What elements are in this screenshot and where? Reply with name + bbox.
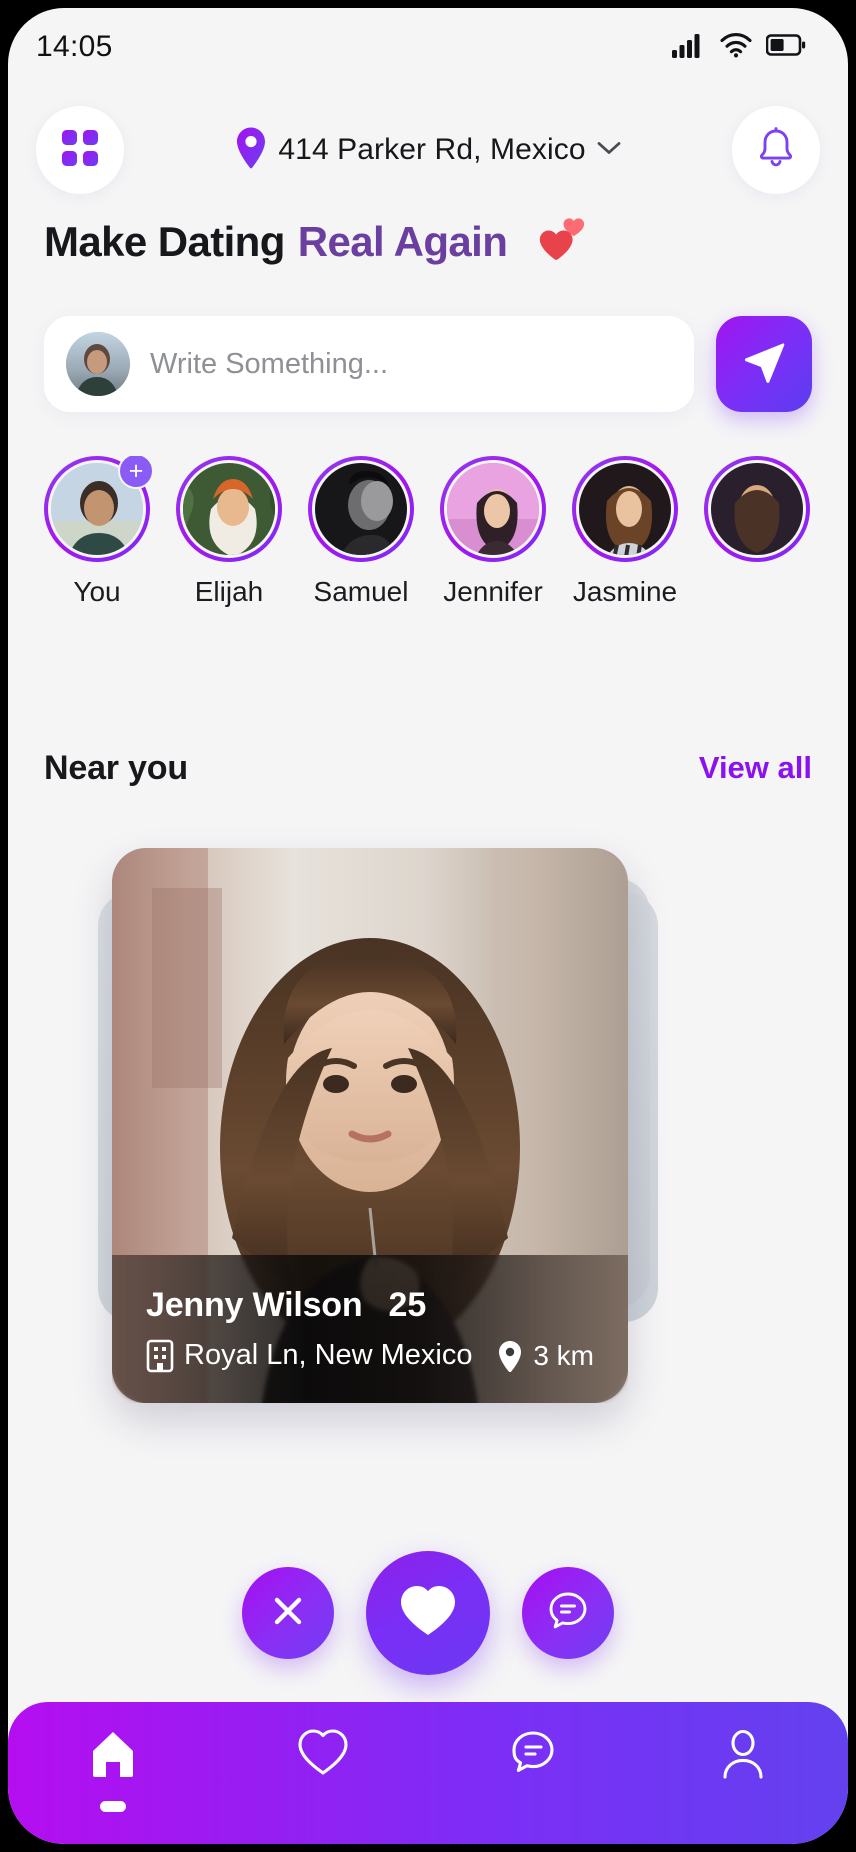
home-icon <box>87 1728 139 1785</box>
status-time: 14:05 <box>36 30 113 63</box>
profile-card[interactable]: Jenny Wilson 25 Royal Ln, New Mexico 3 k… <box>112 848 628 1403</box>
page-title-part2: Real Again <box>297 218 508 265</box>
profile-name-row: Jenny Wilson 25 <box>146 1286 594 1325</box>
status-icons <box>672 32 806 63</box>
avatar <box>444 460 542 558</box>
story-name: Samuel <box>313 576 409 607</box>
two-hearts-icon <box>533 216 591 268</box>
story-item[interactable]: + You <box>44 456 154 626</box>
send-button[interactable] <box>716 316 812 412</box>
profile-person-icon <box>718 1728 768 1785</box>
story-ring[interactable] <box>308 456 414 562</box>
chat-outline-icon <box>507 1728 559 1785</box>
profile-meta-row: Royal Ln, New Mexico 3 km <box>146 1339 594 1373</box>
avatar <box>66 332 130 396</box>
compose-input[interactable] <box>150 347 672 381</box>
nav-home[interactable] <box>8 1728 218 1812</box>
profile-card-overlay: Jenny Wilson 25 Royal Ln, New Mexico 3 k… <box>112 1255 628 1403</box>
notifications-button[interactable] <box>732 106 820 194</box>
stories-row[interactable]: + You Elijah Samuel Jennifer Jasmine <box>8 456 848 626</box>
profile-name: Jenny Wilson <box>146 1285 363 1324</box>
profile-distance: 3 km <box>533 1339 594 1371</box>
avatar <box>180 460 278 558</box>
story-name: You <box>73 576 121 607</box>
nav-likes[interactable] <box>218 1728 428 1810</box>
location-selector[interactable]: 414 Parker Rd, Mexico <box>124 126 732 175</box>
story-item[interactable]: Elijah <box>176 456 282 626</box>
section-title: Near you <box>44 748 188 787</box>
story-item[interactable]: Jennifer <box>440 456 546 626</box>
chevron-down-icon <box>596 139 622 162</box>
avatar <box>576 460 674 558</box>
story-ring[interactable] <box>176 456 282 562</box>
bottom-navigation <box>8 1702 848 1844</box>
add-story-badge[interactable]: + <box>118 456 154 489</box>
story-ring[interactable] <box>440 456 546 562</box>
heart-outline-icon <box>297 1728 349 1783</box>
wifi-icon <box>720 32 752 63</box>
bell-notification-icon <box>756 126 796 174</box>
nav-active-indicator <box>100 1801 126 1812</box>
page-title-part1: Make Dating <box>44 218 285 265</box>
building-icon <box>146 1339 174 1373</box>
story-item[interactable]: Jasmine <box>572 456 678 626</box>
compose-row <box>44 316 812 412</box>
like-button[interactable] <box>366 1551 490 1675</box>
compose-card <box>44 316 694 412</box>
profile-age: 25 <box>388 1285 427 1324</box>
profile-card-stack: Jenny Wilson 25 Royal Ln, New Mexico 3 k… <box>8 848 848 1403</box>
cellular-signal-icon <box>672 32 706 63</box>
status-bar: 14:05 <box>8 8 848 86</box>
story-ring[interactable] <box>704 456 810 562</box>
page-title: Make Dating Real Again <box>44 216 812 268</box>
story-ring[interactable] <box>572 456 678 562</box>
story-ring[interactable]: + <box>44 456 154 562</box>
view-all-link[interactable]: View all <box>699 750 812 786</box>
card-actions <box>8 1548 848 1678</box>
chat-bubble-icon <box>547 1590 589 1637</box>
close-x-icon <box>269 1592 307 1635</box>
location-pin-icon <box>234 126 268 175</box>
location-pin-icon <box>497 1340 523 1372</box>
send-paper-plane-icon <box>740 338 788 391</box>
story-name: Elijah <box>194 576 264 607</box>
nav-chat[interactable] <box>428 1728 638 1812</box>
profile-distance-group: 3 km <box>497 1340 594 1372</box>
story-item[interactable]: Samuel <box>308 456 414 626</box>
app-screen: 14:05 414 Parker Rd, Mexico Make Dating … <box>8 8 848 1844</box>
message-button[interactable] <box>522 1567 614 1659</box>
profile-address: Royal Ln, New Mexico <box>184 1339 473 1371</box>
grid-menu-button[interactable] <box>36 106 124 194</box>
story-name: Jasmine <box>572 576 678 607</box>
story-item[interactable] <box>704 456 810 626</box>
battery-icon <box>765 33 806 62</box>
dismiss-button[interactable] <box>242 1567 334 1659</box>
story-name: Jennifer <box>443 576 543 607</box>
app-header: 414 Parker Rd, Mexico <box>8 104 848 196</box>
heart-filled-icon <box>399 1584 457 1643</box>
phone-frame: 14:05 414 Parker Rd, Mexico Make Dating … <box>0 0 856 1852</box>
avatar <box>708 460 806 558</box>
avatar <box>312 460 410 558</box>
near-you-header: Near you View all <box>44 740 812 796</box>
grid-menu-icon <box>60 128 100 173</box>
nav-profile[interactable] <box>638 1728 848 1812</box>
location-label: 414 Parker Rd, Mexico <box>278 133 586 166</box>
